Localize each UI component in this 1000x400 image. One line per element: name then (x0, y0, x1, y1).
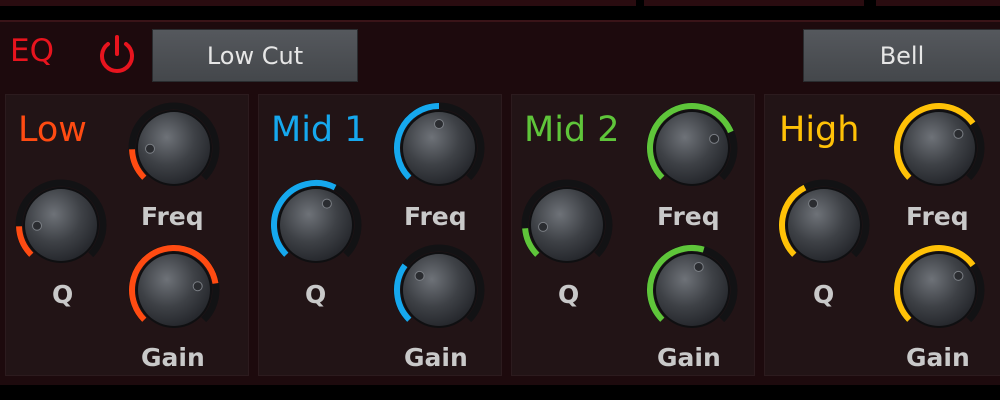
knob-indicator (192, 281, 203, 292)
freq-knob[interactable] (389, 98, 489, 198)
knob-indicator (709, 133, 720, 144)
q-knob[interactable] (517, 175, 617, 275)
band-name: Mid 1 (271, 110, 367, 150)
power-icon[interactable] (94, 32, 140, 78)
knob-indicator (414, 270, 425, 281)
bottom-strip (0, 385, 1000, 400)
knob-body (656, 254, 728, 326)
gain-label: Gain (906, 343, 970, 372)
freq-knob[interactable] (642, 98, 742, 198)
knob-body (903, 254, 975, 326)
knob-body (656, 112, 728, 184)
top-strip-segment (0, 0, 636, 6)
knob-body (788, 189, 860, 261)
knob-indicator (693, 261, 704, 272)
freq-label: Freq (141, 202, 204, 231)
q-label: Q (52, 280, 74, 309)
q-knob[interactable] (774, 175, 874, 275)
q-knob[interactable] (11, 175, 111, 275)
gain-knob[interactable] (889, 240, 989, 340)
knob-indicator (953, 270, 964, 281)
q-label: Q (813, 280, 835, 309)
knob-body (403, 254, 475, 326)
gain-knob[interactable] (124, 240, 224, 340)
band-low: Low Freq Q Gain (5, 94, 249, 376)
top-strip (0, 0, 1000, 20)
eq-title: EQ (10, 33, 54, 69)
gain-label: Gain (404, 343, 468, 372)
band-name: High (779, 110, 860, 150)
knob-indicator (808, 198, 819, 209)
q-label: Q (305, 280, 327, 309)
freq-knob[interactable] (124, 98, 224, 198)
band-high: High Freq Q Gain (764, 94, 1000, 376)
bell-button[interactable]: Bell (803, 29, 1000, 82)
freq-label: Freq (906, 202, 969, 231)
top-strip-segment (644, 0, 864, 6)
knob-indicator (145, 143, 156, 154)
band-mid-1: Mid 1 Freq Q Gain (258, 94, 502, 376)
q-label: Q (558, 280, 580, 309)
band-mid-2: Mid 2 Freq Q Gain (511, 94, 755, 376)
knob-indicator (321, 198, 332, 209)
band-name: Mid 2 (524, 110, 620, 150)
freq-label: Freq (404, 202, 467, 231)
gain-knob[interactable] (389, 240, 489, 340)
gain-knob[interactable] (642, 240, 742, 340)
freq-label: Freq (657, 202, 720, 231)
knob-body (903, 112, 975, 184)
knob-indicator (953, 128, 964, 139)
knob-body (280, 189, 352, 261)
gain-label: Gain (141, 343, 205, 372)
band-name: Low (18, 110, 87, 150)
top-strip-segment (876, 0, 1000, 6)
low-cut-button[interactable]: Low Cut (152, 29, 358, 82)
gain-label: Gain (657, 343, 721, 372)
knob-indicator (32, 220, 43, 231)
q-knob[interactable] (266, 175, 366, 275)
knob-indicator (538, 221, 549, 232)
freq-knob[interactable] (889, 98, 989, 198)
knob-indicator (434, 119, 444, 129)
